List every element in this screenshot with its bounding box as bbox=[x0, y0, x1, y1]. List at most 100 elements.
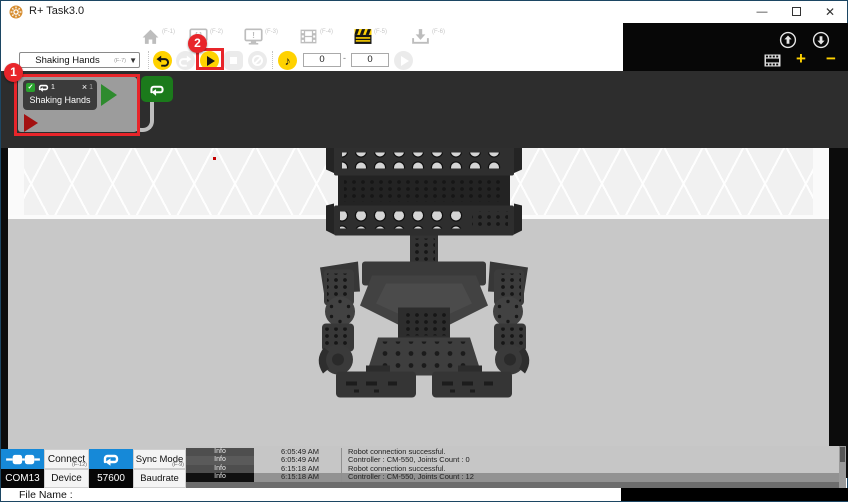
log-message: Controller : CM-550, Joints Count : 12 bbox=[348, 473, 474, 482]
repeat-icon bbox=[37, 83, 50, 92]
home-icon bbox=[141, 28, 160, 45]
log-divider bbox=[341, 473, 342, 482]
frame-to-input[interactable]: 0 bbox=[351, 53, 389, 67]
unit-play-green-icon[interactable] bbox=[101, 84, 117, 106]
log-scrollbar-thumb[interactable] bbox=[840, 447, 845, 462]
file-name-bar: File Name : bbox=[1, 488, 621, 501]
robot-torso bbox=[360, 262, 488, 340]
log-scrollbar[interactable] bbox=[839, 446, 846, 488]
nav-motion[interactable]: (F-5) bbox=[353, 28, 405, 48]
log-level-badge: Info bbox=[186, 448, 254, 457]
app-gear-icon bbox=[9, 5, 23, 19]
minimize-button[interactable]: — bbox=[745, 1, 779, 23]
upload-circle-button[interactable] bbox=[779, 31, 797, 49]
nav-download-shortcut: (F-6) bbox=[432, 29, 445, 35]
nav-media-shortcut: (F-4) bbox=[320, 29, 333, 35]
plug-icon bbox=[5, 452, 41, 467]
music-note-icon: ♪ bbox=[285, 55, 291, 67]
divider bbox=[148, 51, 149, 69]
download-circle-icon bbox=[812, 31, 830, 49]
viewport-frame-right bbox=[829, 148, 848, 478]
baudrate-value[interactable]: 57600 bbox=[89, 469, 133, 488]
nav-output-monitor[interactable]: ! (F-3) bbox=[244, 28, 296, 48]
app-window: R+ Task3.0 — ✕ R+Task (F-1) { } (F-2) ! … bbox=[0, 0, 848, 502]
undo-button[interactable] bbox=[153, 51, 172, 70]
log-row-selected[interactable]: Info 6:15:18 AM Controller : CM-550, Joi… bbox=[186, 473, 846, 482]
add-motion-button[interactable]: + bbox=[796, 49, 806, 69]
alert-monitor-icon: ! bbox=[244, 28, 263, 45]
wall-edge-left bbox=[8, 148, 24, 219]
log-divider bbox=[341, 456, 342, 465]
undo-icon bbox=[156, 54, 169, 67]
download-circle-button[interactable] bbox=[812, 31, 830, 49]
nav-output-shortcut: (F-3) bbox=[265, 29, 278, 35]
log-bottom-bar bbox=[186, 482, 846, 489]
message-log-panel: Info 6:05:49 AM Robot connection success… bbox=[186, 446, 846, 488]
nav-media[interactable]: (F-4) bbox=[299, 28, 351, 48]
connect-toggle-button[interactable] bbox=[1, 449, 44, 469]
redo-icon bbox=[179, 54, 192, 67]
chevron-down-icon: ▼ bbox=[129, 56, 137, 65]
log-level-badge: Info bbox=[186, 456, 254, 465]
stop-button[interactable] bbox=[224, 51, 243, 70]
motion-list-button[interactable] bbox=[764, 54, 781, 72]
loop-unit-block[interactable] bbox=[141, 76, 173, 102]
redo-button[interactable] bbox=[176, 51, 195, 70]
close-button[interactable]: ✕ bbox=[813, 1, 847, 23]
clapperboard-icon bbox=[353, 28, 373, 45]
log-divider bbox=[341, 448, 342, 457]
motion-unit-shortcut: (F-7) bbox=[114, 58, 126, 64]
wall-edge-right bbox=[813, 148, 829, 219]
frame-from-input[interactable]: 0 bbox=[303, 53, 341, 67]
motion-control-bar: Shaking Hands (F-7) ▼ ♪ bbox=[1, 49, 623, 71]
file-name-label: File Name : bbox=[19, 489, 73, 501]
repeat-count: 1 bbox=[51, 84, 55, 91]
cancel-button[interactable] bbox=[248, 51, 267, 70]
device-label: Device bbox=[44, 469, 89, 488]
viewport-frame-left bbox=[1, 148, 8, 478]
nav-program[interactable]: { } (F-2) bbox=[189, 28, 241, 48]
remove-motion-button[interactable]: − bbox=[826, 49, 836, 69]
play-range-button[interactable] bbox=[394, 51, 413, 70]
play-button[interactable] bbox=[200, 51, 219, 70]
robot-arm bbox=[319, 262, 360, 375]
log-level-badge: Info bbox=[186, 465, 254, 474]
log-divider bbox=[341, 465, 342, 474]
film-small-icon bbox=[764, 54, 781, 67]
robot-model bbox=[314, 148, 534, 400]
unit-play-red-icon[interactable] bbox=[24, 114, 38, 132]
motion-unit-dropdown[interactable]: Shaking Hands (F-7) ▼ bbox=[19, 52, 140, 68]
connect-label-cell[interactable]: Connect (F-12) bbox=[44, 449, 89, 469]
play-range-icon bbox=[401, 56, 409, 66]
robot-3d-viewport[interactable] bbox=[8, 148, 829, 478]
robot-head-plate bbox=[326, 148, 522, 236]
nav-program-shortcut: (F-2) bbox=[210, 29, 223, 35]
window-title: R+ Task3.0 bbox=[29, 5, 84, 17]
nav-motion-shortcut: (F-5) bbox=[374, 29, 387, 35]
sync-mode-label-cell[interactable]: Sync Mode (F-9) bbox=[133, 449, 186, 469]
frame-range-separator: - bbox=[343, 53, 346, 63]
motion-unit-value: Shaking Hands bbox=[20, 55, 115, 66]
sync-mode-button[interactable] bbox=[89, 449, 133, 469]
nav-download[interactable]: (F-6) bbox=[411, 28, 463, 48]
motion-timeline: ✓ 1 × 1 Shaking Hands bbox=[1, 71, 848, 148]
com-port-value[interactable]: COM13 bbox=[1, 469, 44, 488]
motion-unit-block[interactable]: ✓ 1 × 1 Shaking Hands bbox=[23, 80, 97, 110]
times-value: 1 bbox=[89, 84, 93, 91]
motion-upload-panel: + − bbox=[623, 23, 848, 71]
music-button[interactable]: ♪ bbox=[278, 51, 297, 70]
title-bar: R+ Task3.0 — ✕ bbox=[1, 1, 847, 23]
upload-icon bbox=[779, 31, 797, 49]
maximize-button[interactable] bbox=[779, 1, 813, 23]
baudrate-label: Baudrate bbox=[133, 469, 186, 488]
multiply-icon: × bbox=[82, 83, 87, 92]
maximize-icon bbox=[792, 7, 801, 16]
stop-icon bbox=[230, 57, 237, 64]
sync-mode-shortcut: (F-9) bbox=[172, 462, 184, 468]
loop-icon bbox=[147, 83, 167, 96]
connection-panel: Connect (F-12) Sync Mode (F-9) COM13 Dev… bbox=[1, 449, 186, 488]
file-bar-filler bbox=[621, 488, 848, 501]
nav-home[interactable]: (F-1) bbox=[141, 28, 193, 48]
cancel-icon bbox=[252, 55, 263, 66]
divider bbox=[272, 51, 273, 69]
